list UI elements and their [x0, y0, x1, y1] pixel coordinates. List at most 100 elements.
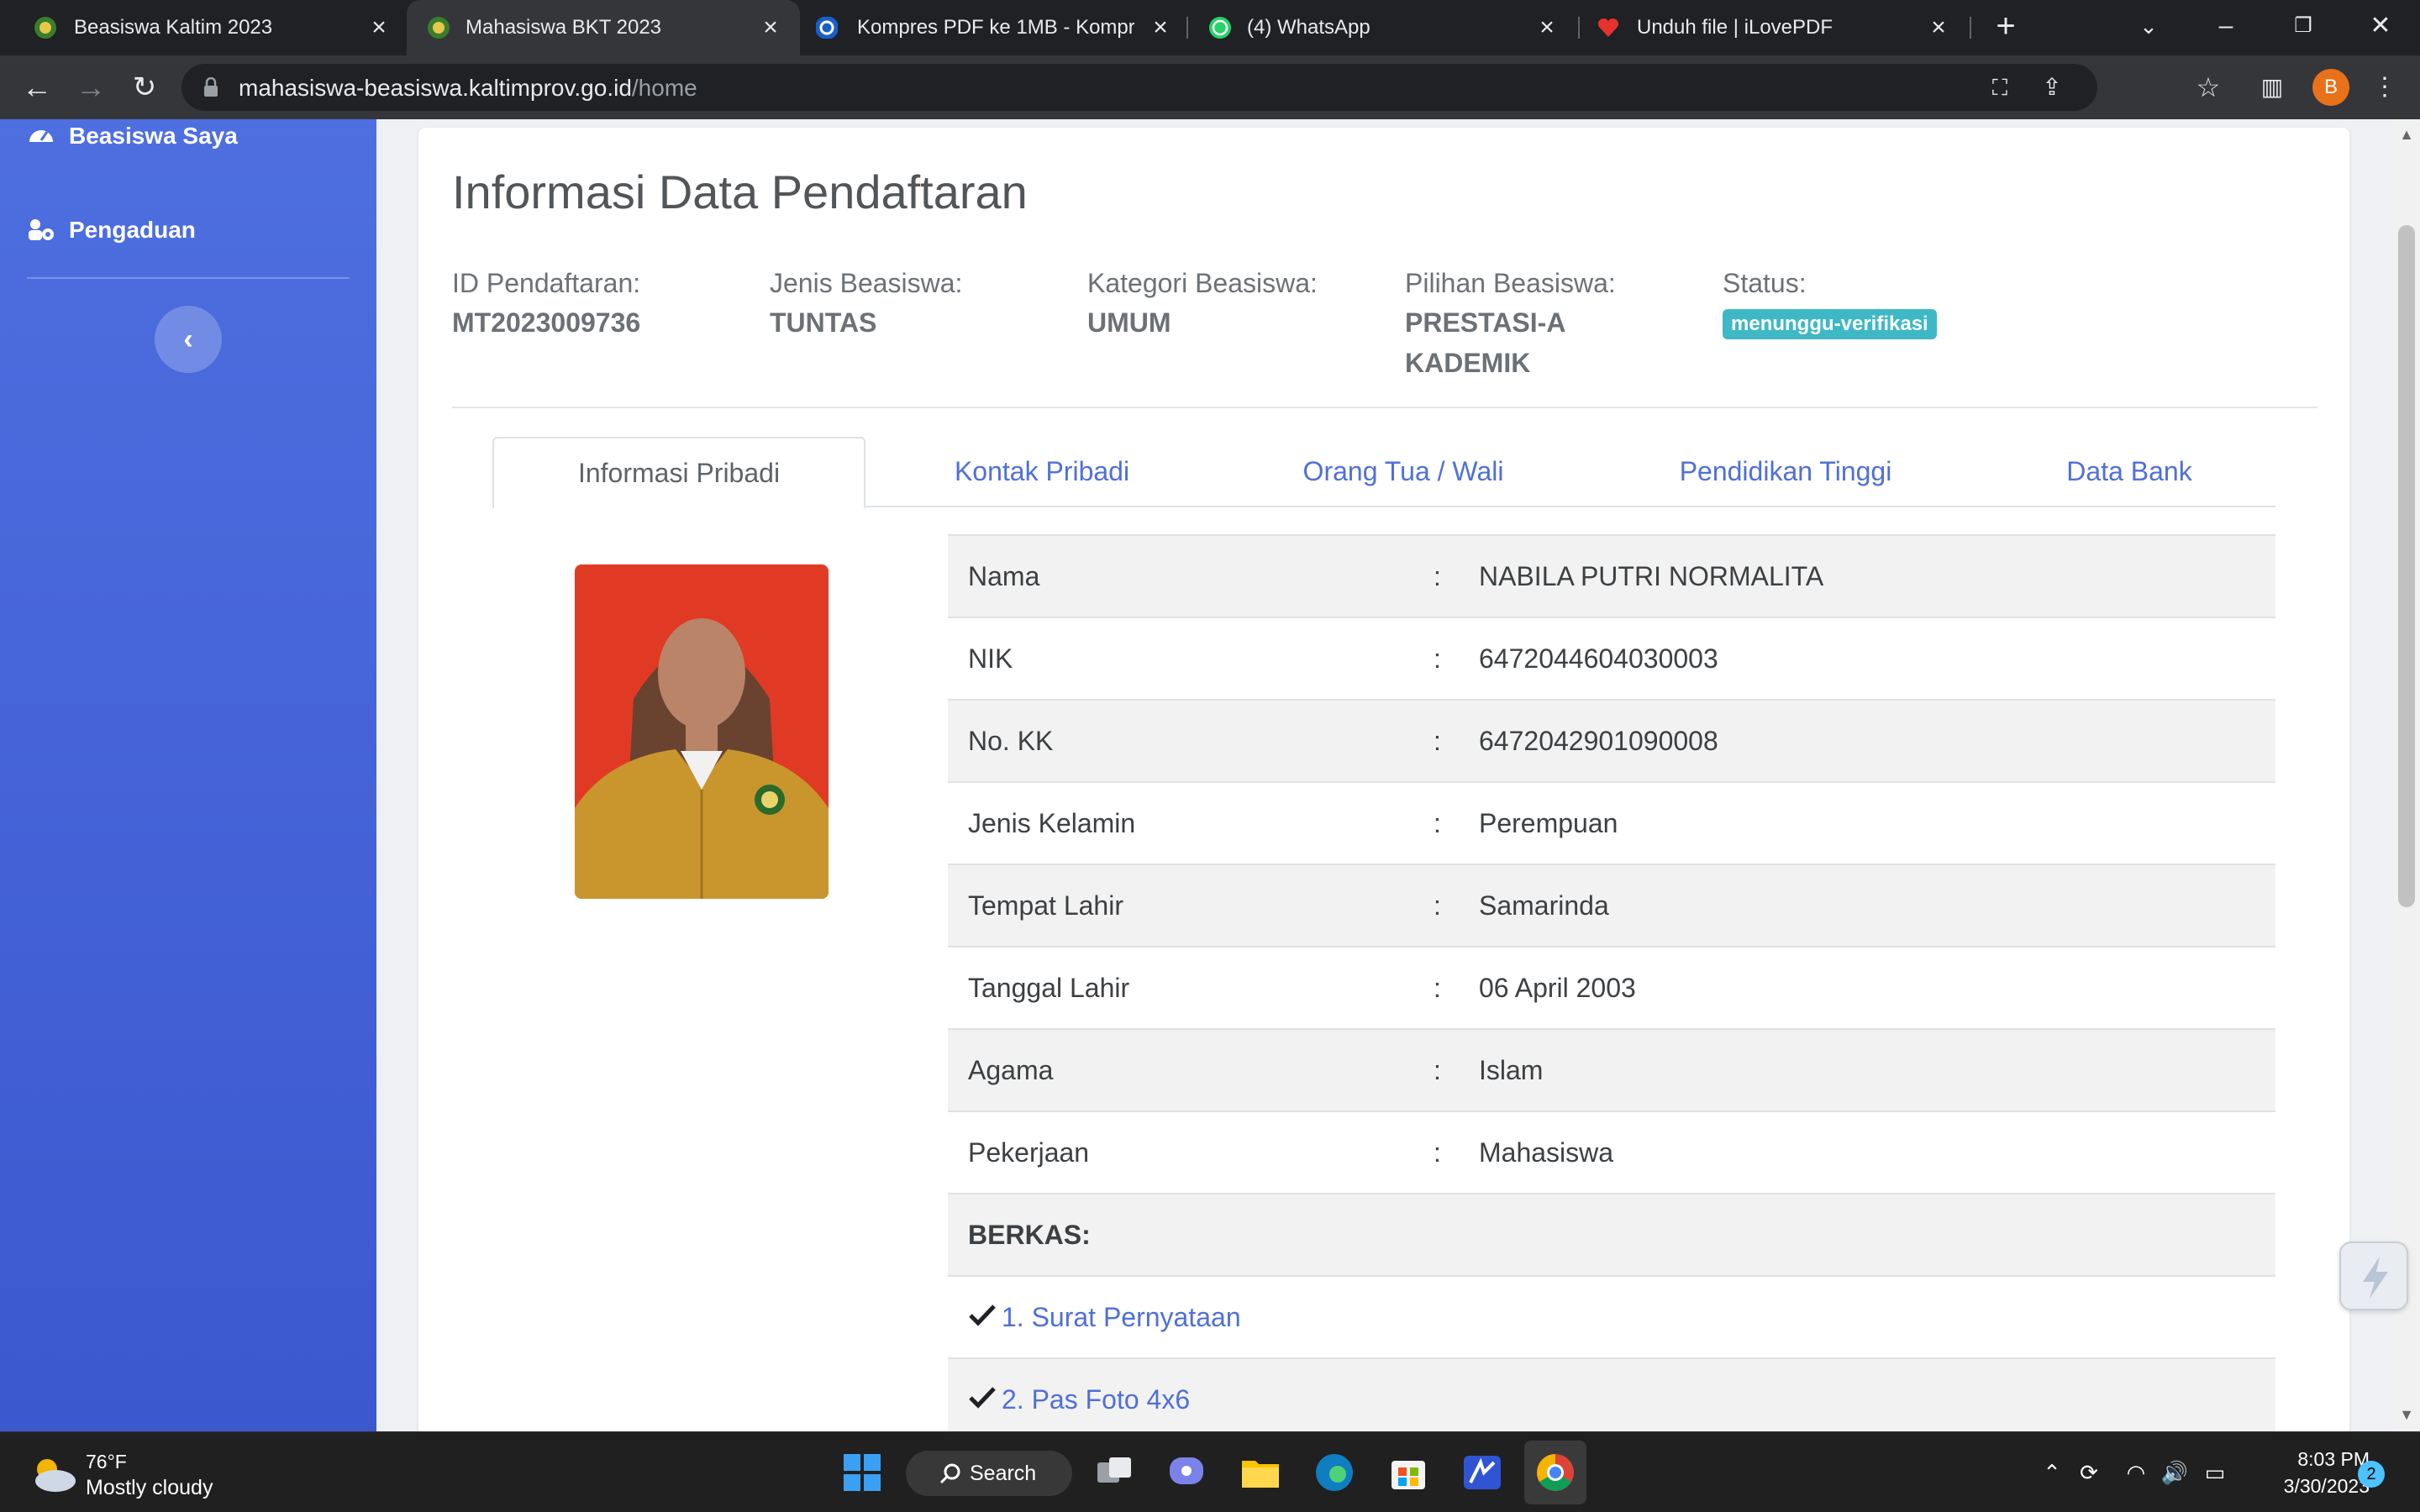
sidebar-item-pengaduan[interactable]: Pengaduan [27, 213, 196, 247]
meta-scholarship-type: Jenis Beasiswa: TUNTAS [770, 264, 1072, 343]
tab-title: Kompres PDF ke 1MB - Kompres [857, 16, 1134, 39]
bookmark-star-icon[interactable]: ☆ [2191, 71, 2225, 104]
restore-window-button[interactable]: ❐ [2274, 0, 2333, 55]
browser-tab[interactable]: Unduh file | iLovePDF × [1580, 0, 1970, 55]
row-separator: : [1434, 643, 1441, 674]
edge-browser-icon[interactable] [1311, 1449, 1358, 1496]
new-tab-button[interactable]: + [1976, 0, 2035, 55]
table-row: Pekerjaan : Mahasiswa [948, 1110, 2275, 1193]
tab-data-bank[interactable]: Data Bank [1983, 437, 2275, 507]
main-content: Informasi Data Pendaftaran ID Pendaftara… [376, 119, 2393, 1431]
battery-icon[interactable]: ▭ [2198, 1456, 2232, 1489]
table-row: Nama : NABILA PUTRI NORMALITA [948, 534, 2275, 617]
row-value: Samarinda [1479, 890, 1609, 921]
forward-arrow-icon[interactable]: → [71, 67, 111, 108]
tab-separator [1970, 17, 1971, 39]
tab-title: (4) WhatsApp [1247, 16, 1370, 39]
table-row: Tempat Lahir : Samarinda [948, 864, 2275, 946]
meta-scholarship-category: Kategori Beasiswa: UMUM [1087, 264, 1390, 343]
notification-badge[interactable]: 2 [2358, 1461, 2385, 1488]
tab-orang-tua-wali[interactable]: Orang Tua / Wali [1218, 437, 1588, 507]
close-tab-icon[interactable]: × [1924, 13, 1953, 42]
side-panel-icon[interactable]: ▥ [2255, 71, 2289, 104]
close-tab-icon[interactable]: × [1146, 13, 1175, 42]
close-tab-icon[interactable]: × [1533, 13, 1561, 42]
kaltim-logo-icon [428, 17, 450, 39]
people-support-icon [29, 219, 54, 240]
back-arrow-icon[interactable]: ← [17, 67, 57, 108]
meta-label: Kategori Beasiswa: [1087, 268, 1318, 298]
share-icon[interactable]: ⇪ [2035, 71, 2069, 104]
registration-card: Informasi Data Pendaftaran ID Pendaftara… [418, 128, 2349, 1431]
tab-kontak-pribadi[interactable]: Kontak Pribadi [865, 437, 1218, 507]
row-separator: : [1434, 1137, 1441, 1168]
url-text[interactable]: mahasiswa-beasiswa.kaltimprov.go.id/home [239, 75, 697, 102]
sidebar-item-label: Pengaduan [69, 217, 196, 243]
meta-value: UMUM [1087, 307, 1171, 338]
browser-tab[interactable]: Kompres PDF ke 1MB - Kompres × [800, 0, 1186, 55]
meta-scholarship-choice: Pilihan Beasiswa: PRESTASI-AKADEMIK [1405, 264, 1616, 383]
address-bar[interactable]: mahasiswa-beasiswa.kaltimprov.go.id/home… [182, 64, 2097, 111]
table-row: Tanggal Lahir : 06 April 2003 [948, 946, 2275, 1028]
berkas-link[interactable]: 1. Surat Pernyataan [1002, 1302, 1241, 1333]
scroll-down-arrow-icon[interactable]: ▼ [2396, 1404, 2417, 1425]
table-row: Agama : Islam [948, 1028, 2275, 1110]
dashboard-gauge-icon [29, 130, 53, 142]
tab-search-chevron-icon[interactable]: ⌄ [2119, 0, 2178, 55]
sidebar: Beasiswa Saya Pengaduan ‹ [0, 119, 376, 1431]
scroll-up-arrow-icon[interactable]: ▲ [2396, 124, 2417, 144]
close-window-button[interactable]: ✕ [2351, 0, 2410, 55]
meta-value: MT2023009736 [452, 307, 641, 338]
row-value: Islam [1479, 1055, 1544, 1085]
row-label: No. KK [968, 726, 1054, 756]
system-clock[interactable]: 8:03 PM 3/30/2023 [2244, 1446, 2370, 1499]
meta-value: TUNTAS [770, 307, 877, 338]
chrome-menu-icon[interactable]: ⋮ [2368, 71, 2402, 104]
minimize-window-button[interactable]: – [2196, 0, 2255, 55]
windows-start-icon[interactable] [839, 1449, 886, 1496]
translate-icon[interactable]: ⛶ [1983, 71, 2017, 104]
weather-widget[interactable]: 76°F Mostly cloudy [30, 1447, 232, 1501]
table-row: No. KK : 6472042901090008 [948, 699, 2275, 781]
url-host: mahasiswa-beasiswa.kaltimprov.go.id [239, 75, 632, 101]
checkmark-icon [969, 1305, 996, 1326]
sidebar-item-label: Beasiswa Saya [69, 123, 238, 149]
windows-taskbar: 76°F Mostly cloudy Search ⌃ ⟳ ◠ 🔊 ▭ 8:03… [0, 1431, 2420, 1512]
status-badge: menunggu-verifikasi [1723, 309, 1937, 339]
browser-tab-active[interactable]: Mahasiswa BKT 2023 × [407, 0, 800, 55]
close-tab-icon[interactable]: × [365, 13, 393, 42]
file-explorer-icon[interactable] [1237, 1449, 1284, 1496]
tab-informasi-pribadi[interactable]: Informasi Pribadi [492, 437, 865, 509]
tab-pendidikan-tinggi[interactable]: Pendidikan Tinggi [1588, 437, 1983, 507]
teams-chat-icon[interactable] [1163, 1449, 1210, 1496]
berkas-heading: BERKAS: [968, 1220, 1091, 1250]
chrome-icon[interactable] [1532, 1449, 1579, 1496]
meta-label: ID Pendaftaran: [452, 268, 641, 298]
berkas-link[interactable]: 2. Pas Foto 4x6 [1002, 1384, 1190, 1415]
profile-avatar[interactable]: B [2312, 69, 2349, 106]
microsoft-store-icon[interactable] [1385, 1449, 1432, 1496]
floating-widget-button[interactable] [2339, 1242, 2408, 1310]
reload-icon[interactable]: ↻ [124, 67, 165, 108]
browser-tab[interactable]: Beasiswa Kaltim 2023 × [0, 0, 407, 55]
close-tab-icon[interactable]: × [756, 13, 785, 42]
app-icon[interactable] [1459, 1449, 1506, 1496]
sidebar-item-beasiswa-saya[interactable]: Beasiswa Saya [27, 119, 238, 153]
show-hidden-icons-chevron[interactable]: ⌃ [2035, 1456, 2069, 1489]
meta-registration-id: ID Pendaftaran: MT2023009736 [452, 264, 755, 343]
url-path: /home [631, 75, 697, 101]
checkmark-icon [969, 1387, 996, 1409]
search-label: Search [970, 1462, 1037, 1485]
sidebar-collapse-button[interactable]: ‹ [155, 306, 222, 373]
whatsapp-icon [1209, 17, 1231, 39]
wifi-icon[interactable]: ◠ [2119, 1456, 2153, 1489]
sync-icon[interactable]: ⟳ [2072, 1456, 2106, 1489]
browser-tab[interactable]: (4) WhatsApp × [1188, 0, 1578, 55]
taskbar-search[interactable]: Search [906, 1451, 1072, 1496]
task-view-icon[interactable] [1091, 1449, 1138, 1496]
volume-icon[interactable]: 🔊 [2158, 1456, 2191, 1489]
row-value: 06 April 2003 [1479, 973, 1636, 1003]
row-value: Mahasiswa [1479, 1137, 1614, 1168]
scrollbar-thumb[interactable] [2398, 225, 2415, 907]
row-value: 6472044604030003 [1479, 643, 1718, 674]
